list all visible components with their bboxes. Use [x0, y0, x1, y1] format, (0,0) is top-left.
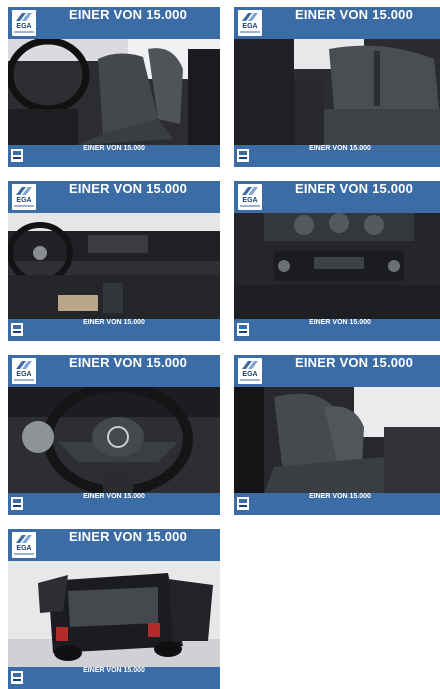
tile-header: EGA EINER VON 15.000 [8, 355, 220, 387]
gallery-tile-rear-trunk[interactable]: EGA EINER VON 15.000 EINER VON 15.000 [8, 529, 220, 689]
tile-footer: EINER VON 15.000 [234, 493, 440, 515]
ega-logo-icon: EGA [12, 358, 36, 384]
tile-header: EGA EINER VON 15.000 [8, 7, 220, 39]
tile-footer-text: EINER VON 15.000 [309, 319, 371, 326]
gallery-tile-front-seats[interactable]: EGA EINER VON 15.000 EINER VON 15.000 [8, 7, 220, 167]
ega-logo-icon: EGA [238, 184, 262, 210]
car-photo-rear-seats[interactable] [234, 39, 440, 145]
tile-header: EGA EINER VON 15.000 [234, 181, 440, 213]
tile-title: EINER VON 15.000 [294, 7, 414, 22]
tile-footer-text: EINER VON 15.000 [309, 145, 371, 152]
tile-title: EINER VON 15.000 [68, 7, 188, 22]
car-photo-front-seats[interactable] [8, 39, 220, 145]
ega-mini-logo-icon [11, 671, 23, 684]
tile-title: EINER VON 15.000 [68, 355, 188, 370]
ega-logo-icon: EGA [238, 10, 262, 36]
tile-header: EGA EINER VON 15.000 [8, 181, 220, 213]
tile-footer: EINER VON 15.000 [234, 145, 440, 167]
tile-footer: EINER VON 15.000 [234, 319, 440, 341]
car-photo-rear-trunk[interactable] [8, 561, 220, 667]
car-photo-center-console[interactable] [234, 213, 440, 319]
ega-mini-logo-icon [237, 149, 249, 162]
photo-gallery: EGA EINER VON 15.000 EINER VON 15.000 EG… [0, 0, 440, 689]
gallery-tile-driver-seat[interactable]: EGA EINER VON 15.000 EINER VON 15.000 [234, 355, 440, 515]
tile-footer-text: EINER VON 15.000 [83, 667, 145, 674]
tile-title: EINER VON 15.000 [294, 355, 414, 370]
ega-mini-logo-icon [237, 323, 249, 336]
gallery-tile-rear-seats[interactable]: EGA EINER VON 15.000 EINER VON 15.000 [234, 7, 440, 167]
tile-footer: EINER VON 15.000 [8, 493, 220, 515]
ega-mini-logo-icon [11, 149, 23, 162]
car-photo-dashboard[interactable] [8, 213, 220, 319]
ega-mini-logo-icon [11, 497, 23, 510]
tile-header: EGA EINER VON 15.000 [234, 355, 440, 387]
tile-title: EINER VON 15.000 [294, 181, 414, 196]
tile-footer: EINER VON 15.000 [8, 319, 220, 341]
car-photo-steering-wheel[interactable] [8, 387, 220, 493]
tile-footer-text: EINER VON 15.000 [83, 145, 145, 152]
car-photo-driver-seat[interactable] [234, 387, 440, 493]
tile-header: EGA EINER VON 15.000 [8, 529, 220, 561]
tile-title: EINER VON 15.000 [68, 181, 188, 196]
ega-mini-logo-icon [237, 497, 249, 510]
ega-logo-icon: EGA [238, 358, 262, 384]
gallery-tile-steering-wheel[interactable]: EGA EINER VON 15.000 EINER VON 15.000 [8, 355, 220, 515]
tile-footer-text: EINER VON 15.000 [83, 493, 145, 500]
ega-logo-icon: EGA [12, 184, 36, 210]
tile-footer: EINER VON 15.000 [8, 667, 220, 689]
tile-title: EINER VON 15.000 [68, 529, 188, 544]
tile-footer: EINER VON 15.000 [8, 145, 220, 167]
gallery-tile-center-console[interactable]: EGA EINER VON 15.000 EINER VON 15.000 [234, 181, 440, 341]
gallery-tile-dashboard[interactable]: EGA EINER VON 15.000 EINER VON 15.000 [8, 181, 220, 341]
tile-header: EGA EINER VON 15.000 [234, 7, 440, 39]
tile-footer-text: EINER VON 15.000 [309, 493, 371, 500]
tile-footer-text: EINER VON 15.000 [83, 319, 145, 326]
ega-logo-icon: EGA [12, 532, 36, 558]
ega-mini-logo-icon [11, 323, 23, 336]
ega-logo-icon: EGA [12, 10, 36, 36]
